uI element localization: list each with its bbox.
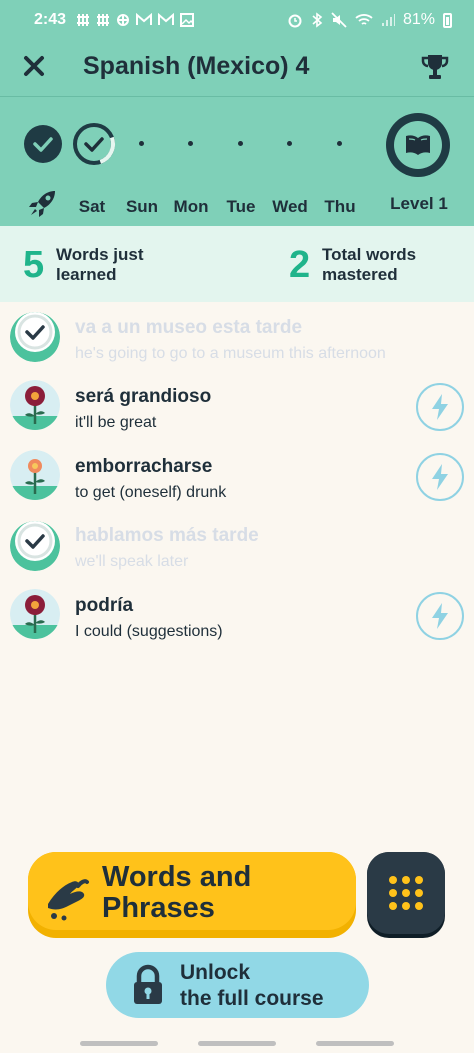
gmail-icon bbox=[136, 13, 153, 25]
book-icon bbox=[406, 135, 430, 155]
nav-gesture-bar bbox=[316, 1041, 394, 1046]
day-label: Mon bbox=[173, 197, 209, 216]
pinwheel-icon bbox=[117, 14, 130, 26]
word-meaning: he's going to go to a museum this aftern… bbox=[75, 345, 386, 362]
day-dot bbox=[188, 141, 193, 146]
nav-gesture-bar bbox=[80, 1041, 158, 1046]
weekly-progress: Sat Sun Mon Tue Wed Thu Level 1 bbox=[0, 96, 474, 226]
slack-icon bbox=[77, 14, 90, 26]
slack-icon bbox=[97, 14, 110, 26]
session-stats: 5 Words just learned 2 Total words maste… bbox=[0, 226, 474, 302]
flower-icon bbox=[10, 589, 60, 639]
word-meaning: it'll be great bbox=[75, 414, 157, 431]
word-meaning: I could (suggestions) bbox=[75, 623, 223, 640]
check-icon bbox=[10, 521, 60, 571]
check-circle-icon bbox=[24, 125, 62, 163]
signal-icon bbox=[381, 14, 395, 26]
hand-icon bbox=[48, 879, 89, 921]
day-label: Sat bbox=[78, 197, 106, 216]
words-learned-label-line1: Words just bbox=[56, 245, 144, 264]
course-header: Spanish (Mexico) 4 bbox=[0, 40, 474, 96]
list-item[interactable]: podría I could (suggestions) bbox=[0, 588, 474, 658]
day-label: Sun bbox=[125, 197, 159, 216]
word-meaning: we'll speak later bbox=[75, 553, 189, 570]
list-item[interactable]: hablamos más tarde we'll speak later bbox=[0, 520, 474, 590]
flower-avatar bbox=[10, 450, 60, 500]
words-learned-count: 5 bbox=[23, 244, 45, 286]
unlock-full-course-button[interactable]: Unlock the full course bbox=[106, 952, 369, 1018]
level-progress-ring[interactable] bbox=[386, 113, 450, 177]
image-icon bbox=[180, 13, 195, 27]
close-button[interactable] bbox=[20, 52, 48, 80]
mastered-check-avatar bbox=[10, 312, 60, 362]
word-meaning: to get (oneself) drunk bbox=[75, 484, 227, 501]
day-dot bbox=[238, 141, 243, 146]
lightning-icon bbox=[432, 603, 448, 629]
wifi-icon bbox=[355, 14, 373, 25]
quick-review-button[interactable] bbox=[416, 453, 464, 501]
day-sat-ring bbox=[72, 122, 116, 171]
gmail-icon bbox=[158, 13, 175, 25]
quick-review-button[interactable] bbox=[416, 383, 464, 431]
word-text: podría bbox=[75, 595, 134, 616]
close-icon bbox=[24, 56, 44, 76]
notification-icons bbox=[76, 13, 195, 27]
battery-percent: 81% bbox=[402, 11, 435, 28]
day-label: Wed bbox=[272, 197, 308, 216]
flower-avatar bbox=[10, 589, 60, 639]
word-text: hablamos más tarde bbox=[75, 525, 259, 546]
words-and-phrases-label: Words and Phrases bbox=[102, 861, 252, 924]
alarm-icon bbox=[288, 14, 302, 28]
day-dot bbox=[337, 141, 342, 146]
rocket-icon bbox=[29, 191, 55, 217]
lightning-icon bbox=[432, 464, 448, 490]
check-ring-icon bbox=[73, 123, 115, 165]
word-text: va a un museo esta tarde bbox=[75, 317, 303, 338]
words-mastered-label-line2: mastered bbox=[322, 265, 398, 284]
mastered-check-avatar bbox=[10, 521, 60, 571]
menu-grid-button[interactable] bbox=[367, 852, 445, 938]
level-label: Level 1 bbox=[390, 194, 448, 213]
page-title: Spanish (Mexico) 4 bbox=[83, 52, 310, 80]
quick-review-button[interactable] bbox=[416, 592, 464, 640]
battery-icon bbox=[443, 12, 452, 28]
flower-avatar bbox=[10, 380, 60, 430]
words-and-phrases-button[interactable]: Words and Phrases bbox=[28, 852, 356, 938]
list-item[interactable]: será grandioso it'll be great bbox=[0, 379, 474, 449]
list-item[interactable]: emborracharse to get (oneself) drunk bbox=[0, 449, 474, 519]
day-streak-done-today bbox=[23, 124, 63, 169]
lightning-icon bbox=[432, 394, 448, 420]
words-mastered-label-line1: Total words bbox=[322, 245, 417, 264]
bluetooth-icon bbox=[312, 12, 323, 28]
flower-icon bbox=[10, 450, 60, 500]
status-time: 2:43 bbox=[34, 11, 67, 28]
day-dot bbox=[139, 141, 144, 146]
status-bar: 2:43 81% bbox=[0, 0, 474, 40]
flower-icon bbox=[10, 380, 60, 430]
list-item[interactable]: va a un museo esta tarde he's going to g… bbox=[0, 312, 474, 382]
grid-icon bbox=[389, 876, 423, 910]
day-dot bbox=[287, 141, 292, 146]
word-text: emborracharse bbox=[75, 456, 213, 477]
day-label: Thu bbox=[324, 197, 356, 216]
trophy-icon bbox=[421, 55, 449, 79]
day-label: Tue bbox=[226, 197, 256, 216]
words-mastered-count: 2 bbox=[289, 244, 311, 286]
check-icon bbox=[10, 312, 60, 362]
streak-rocket bbox=[27, 187, 59, 224]
status-right: 81% bbox=[287, 11, 452, 29]
leaderboard-button[interactable] bbox=[418, 50, 452, 84]
word-text: será grandioso bbox=[75, 386, 212, 407]
unlock-label: Unlock the full course bbox=[180, 961, 324, 1010]
lock-icon bbox=[134, 964, 162, 1004]
nav-gesture-bar bbox=[198, 1041, 276, 1046]
words-learned-label-line2: learned bbox=[56, 265, 117, 284]
mute-icon bbox=[331, 12, 347, 28]
